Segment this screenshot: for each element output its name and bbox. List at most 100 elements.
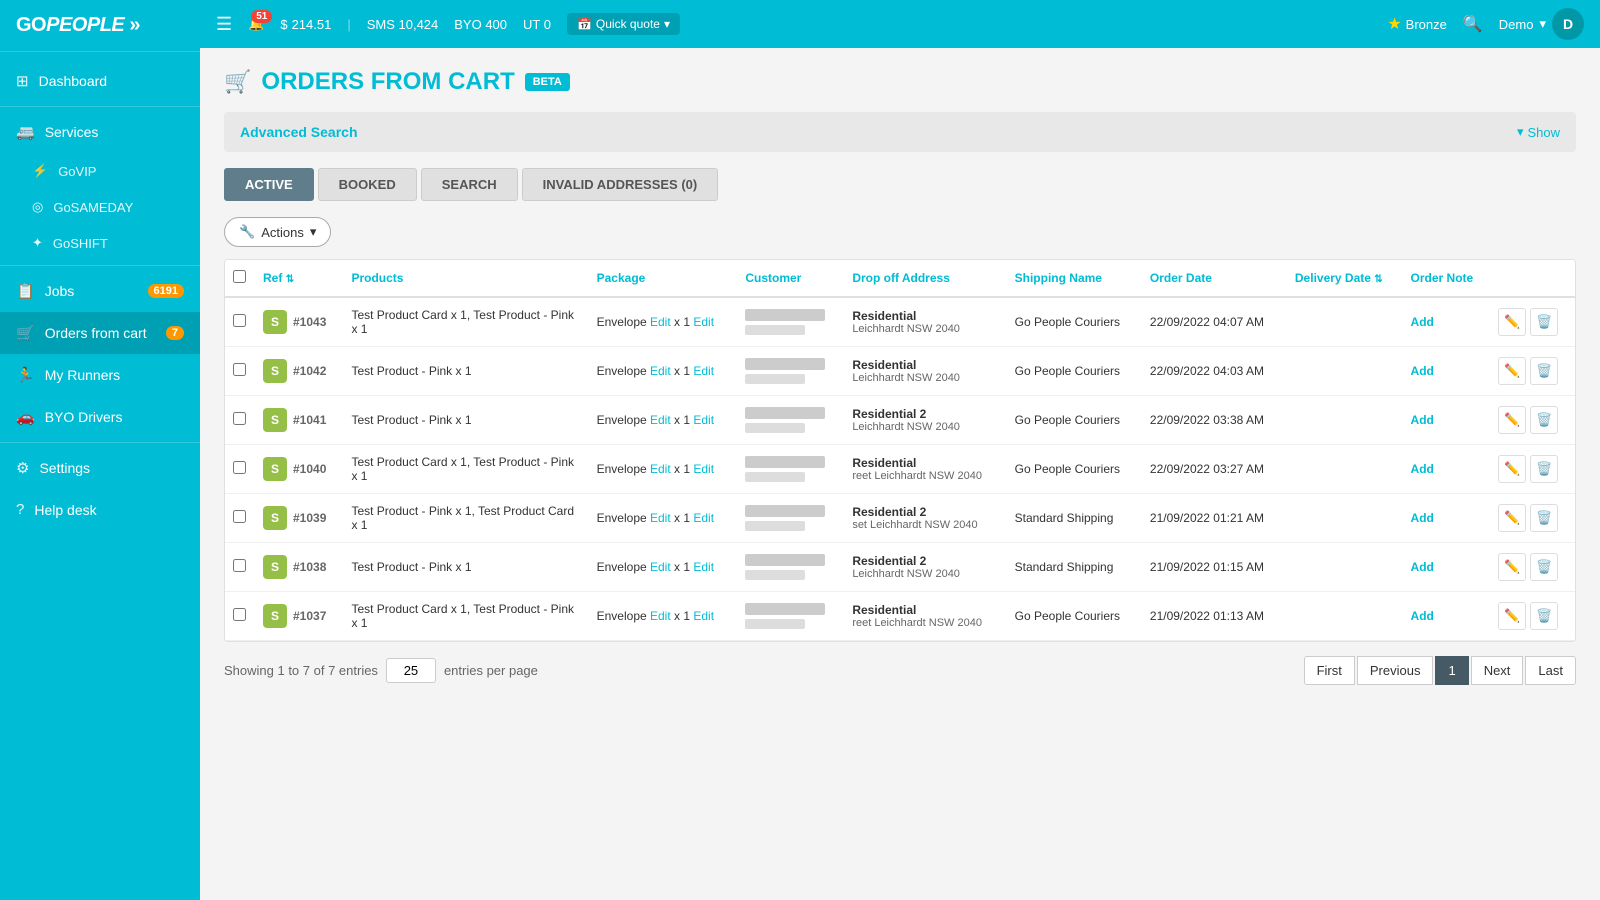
- package-edit1-link[interactable]: Edit: [650, 462, 671, 476]
- sidebar-item-dashboard[interactable]: ⊞ Dashboard: [0, 60, 200, 102]
- package-edit2-link[interactable]: Edit: [693, 413, 714, 427]
- edit-row-button[interactable]: ✏️: [1498, 553, 1526, 581]
- package-edit2-link[interactable]: Edit: [693, 462, 714, 476]
- sidebar-item-jobs[interactable]: 📋 Jobs 6191: [0, 270, 200, 312]
- notifications-bell[interactable]: 🔔 51: [248, 16, 264, 32]
- table-row: S #1039 Test Product - Pink x 1, Test Pr…: [225, 494, 1575, 543]
- select-all-checkbox[interactable]: [233, 270, 246, 283]
- last-page-button[interactable]: Last: [1525, 656, 1576, 685]
- delete-row-button[interactable]: 🗑️: [1530, 357, 1558, 385]
- edit-row-button[interactable]: ✏️: [1498, 357, 1526, 385]
- sidebar-item-services[interactable]: 🚐 Services: [0, 111, 200, 153]
- package-edit1-link[interactable]: Edit: [650, 315, 671, 329]
- edit-row-button[interactable]: ✏️: [1498, 602, 1526, 630]
- add-note-link[interactable]: Add: [1411, 462, 1434, 476]
- package-edit2-link[interactable]: Edit: [693, 315, 714, 329]
- row-checkbox[interactable]: [233, 608, 246, 621]
- row-checkbox[interactable]: [233, 412, 246, 425]
- sidebar-item-byo[interactable]: 🚗 BYO Drivers: [0, 396, 200, 438]
- row-shopify-icon-cell: S #1042: [255, 347, 343, 396]
- package-edit1-link[interactable]: Edit: [650, 511, 671, 525]
- quick-quote-button[interactable]: 📅 Quick quote ▾: [567, 13, 680, 35]
- add-note-link[interactable]: Add: [1411, 413, 1434, 427]
- sidebar-item-helpdesk[interactable]: ? Help desk: [0, 489, 200, 530]
- sidebar-item-label: Settings: [39, 460, 90, 476]
- shopify-icon: S: [263, 555, 287, 579]
- row-checkbox[interactable]: [233, 363, 246, 376]
- add-note-link[interactable]: Add: [1411, 364, 1434, 378]
- govip-icon: ⚡: [32, 163, 48, 179]
- edit-row-button[interactable]: ✏️: [1498, 455, 1526, 483]
- entries-per-page-input[interactable]: [386, 658, 436, 683]
- delete-row-button[interactable]: 🗑️: [1530, 504, 1558, 532]
- edit-row-button[interactable]: ✏️: [1498, 406, 1526, 434]
- row-order-date: 21/09/2022 01:13 AM: [1142, 592, 1287, 641]
- byo-icon: 🚗: [16, 408, 35, 426]
- separator: |: [347, 17, 350, 32]
- sidebar-navigation: ⊞ Dashboard 🚐 Services ⚡ GoVIP ◎ GoSAMED…: [0, 52, 200, 900]
- edit-row-button[interactable]: ✏️: [1498, 308, 1526, 336]
- sidebar-item-goshift[interactable]: ✦ GoSHIFT: [0, 225, 200, 261]
- add-note-link[interactable]: Add: [1411, 511, 1434, 525]
- row-customer: [737, 592, 844, 641]
- row-addr-sub: reet Leichhardt NSW 2040: [852, 617, 998, 629]
- prev-page-button[interactable]: Previous: [1357, 656, 1434, 685]
- row-checkbox[interactable]: [233, 559, 246, 572]
- current-page-button[interactable]: 1: [1435, 656, 1468, 685]
- package-edit1-link[interactable]: Edit: [650, 609, 671, 623]
- row-order-date: 22/09/2022 03:38 AM: [1142, 396, 1287, 445]
- menu-toggle-icon[interactable]: ☰: [216, 14, 232, 35]
- row-checkbox[interactable]: [233, 461, 246, 474]
- package-edit1-link[interactable]: Edit: [650, 413, 671, 427]
- row-checkbox[interactable]: [233, 510, 246, 523]
- sidebar-item-settings[interactable]: ⚙ Settings: [0, 447, 200, 489]
- chevron-down-icon: ▾: [310, 224, 317, 240]
- col-products: Products: [343, 260, 588, 297]
- delete-row-button[interactable]: 🗑️: [1530, 602, 1558, 630]
- show-label: Show: [1527, 125, 1560, 140]
- advanced-search-bar[interactable]: Advanced Search ▾ Show: [224, 112, 1576, 152]
- add-note-link[interactable]: Add: [1411, 315, 1434, 329]
- delete-row-button[interactable]: 🗑️: [1530, 308, 1558, 336]
- row-ref: #1037: [293, 609, 326, 623]
- edit-row-button[interactable]: ✏️: [1498, 504, 1526, 532]
- tab-invalid[interactable]: INVALID ADDRESSES (0): [522, 168, 719, 201]
- sidebar-item-runners[interactable]: 🏃 My Runners: [0, 354, 200, 396]
- sidebar-item-label: GoVIP: [58, 164, 96, 179]
- delete-row-button[interactable]: 🗑️: [1530, 455, 1558, 483]
- package-edit2-link[interactable]: Edit: [693, 511, 714, 525]
- row-addr-bold: Residential 2: [852, 505, 998, 519]
- row-customer: [737, 494, 844, 543]
- row-checkbox[interactable]: [233, 314, 246, 327]
- tab-booked[interactable]: BOOKED: [318, 168, 417, 201]
- sidebar-item-gosameday[interactable]: ◎ GoSAMEDAY: [0, 189, 200, 225]
- tab-search[interactable]: SEARCH: [421, 168, 518, 201]
- row-addr-bold: Residential: [852, 309, 998, 323]
- row-addr-sub: Leichhardt NSW 2040: [852, 323, 998, 335]
- user-menu[interactable]: Demo ▾ D: [1499, 8, 1584, 40]
- actions-button[interactable]: 🔧 Actions ▾: [224, 217, 331, 247]
- row-addr-sub: Leichhardt NSW 2040: [852, 372, 998, 384]
- package-edit1-link[interactable]: Edit: [650, 364, 671, 378]
- sidebar-item-govip[interactable]: ⚡ GoVIP: [0, 153, 200, 189]
- package-edit1-link[interactable]: Edit: [650, 560, 671, 574]
- content-body: 🛒 ORDERS FROM CART BETA Advanced Search …: [200, 48, 1600, 900]
- tab-active[interactable]: ACTIVE: [224, 168, 314, 201]
- package-edit2-link[interactable]: Edit: [693, 364, 714, 378]
- add-note-link[interactable]: Add: [1411, 560, 1434, 574]
- delete-row-button[interactable]: 🗑️: [1530, 406, 1558, 434]
- row-addr-sub: set Leichhardt NSW 2040: [852, 519, 998, 531]
- package-edit2-link[interactable]: Edit: [693, 560, 714, 574]
- row-delivery-date: [1287, 543, 1403, 592]
- show-hide-link[interactable]: ▾ Show: [1517, 124, 1560, 140]
- col-package: Package: [589, 260, 738, 297]
- search-icon[interactable]: 🔍: [1463, 14, 1483, 34]
- sidebar-item-orders[interactable]: 🛒 Orders from cart 7: [0, 312, 200, 354]
- package-edit2-link[interactable]: Edit: [693, 609, 714, 623]
- add-note-link[interactable]: Add: [1411, 609, 1434, 623]
- first-page-button[interactable]: First: [1304, 656, 1355, 685]
- sidebar-item-label: GoSHIFT: [53, 236, 108, 251]
- next-page-button[interactable]: Next: [1471, 656, 1524, 685]
- delete-row-button[interactable]: 🗑️: [1530, 553, 1558, 581]
- row-order-date: 22/09/2022 04:07 AM: [1142, 297, 1287, 347]
